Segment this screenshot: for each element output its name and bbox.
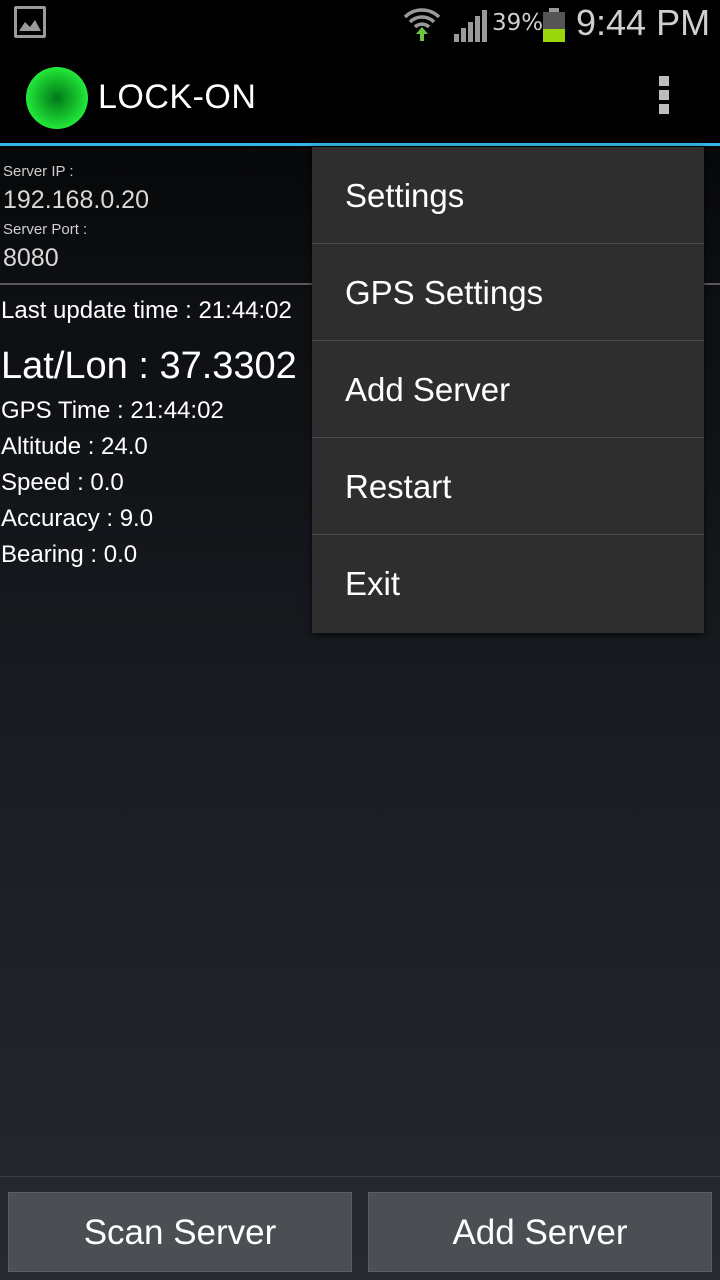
scan-server-button[interactable]: Scan Server xyxy=(8,1192,352,1272)
battery-percent: 39% xyxy=(492,10,544,36)
menu-item-exit[interactable]: Exit xyxy=(312,535,704,632)
menu-item-gps-settings[interactable]: GPS Settings xyxy=(312,244,704,341)
speed: Speed : 0.0 xyxy=(1,469,124,496)
server-port-label: Server Port : xyxy=(3,221,88,238)
app-title: LOCK-ON xyxy=(98,78,257,116)
gps-time: GPS Time : 21:44:02 xyxy=(1,397,224,424)
server-ip-label: Server IP : xyxy=(3,163,74,180)
cell-signal-icon xyxy=(454,10,487,42)
overflow-menu: Settings GPS Settings Add Server Restart… xyxy=(312,147,704,633)
last-update-time: Last update time : 21:44:02 xyxy=(1,297,292,324)
bottom-divider xyxy=(0,1176,720,1177)
menu-item-add-server[interactable]: Add Server xyxy=(312,341,704,438)
action-bar: LOCK-ON xyxy=(0,50,720,146)
overflow-menu-icon[interactable] xyxy=(650,76,678,120)
server-port-value: 8080 xyxy=(3,244,59,272)
accuracy: Accuracy : 9.0 xyxy=(1,505,154,532)
add-server-button[interactable]: Add Server xyxy=(368,1192,712,1272)
gallery-icon xyxy=(14,6,46,38)
lat-lon: Lat/Lon : 37.3302 xyxy=(1,345,297,387)
status-bar: 39% 9:44 PM xyxy=(0,0,720,50)
bearing: Bearing : 0.0 xyxy=(1,541,138,568)
menu-item-restart[interactable]: Restart xyxy=(312,438,704,535)
server-ip-value: 192.168.0.20 xyxy=(3,186,149,214)
clock: 9:44 PM xyxy=(576,2,711,43)
battery-icon xyxy=(543,8,565,42)
altitude: Altitude : 24.0 xyxy=(1,433,148,460)
app-icon[interactable] xyxy=(26,67,88,129)
wifi-icon xyxy=(403,8,441,41)
menu-item-settings[interactable]: Settings xyxy=(312,147,704,244)
